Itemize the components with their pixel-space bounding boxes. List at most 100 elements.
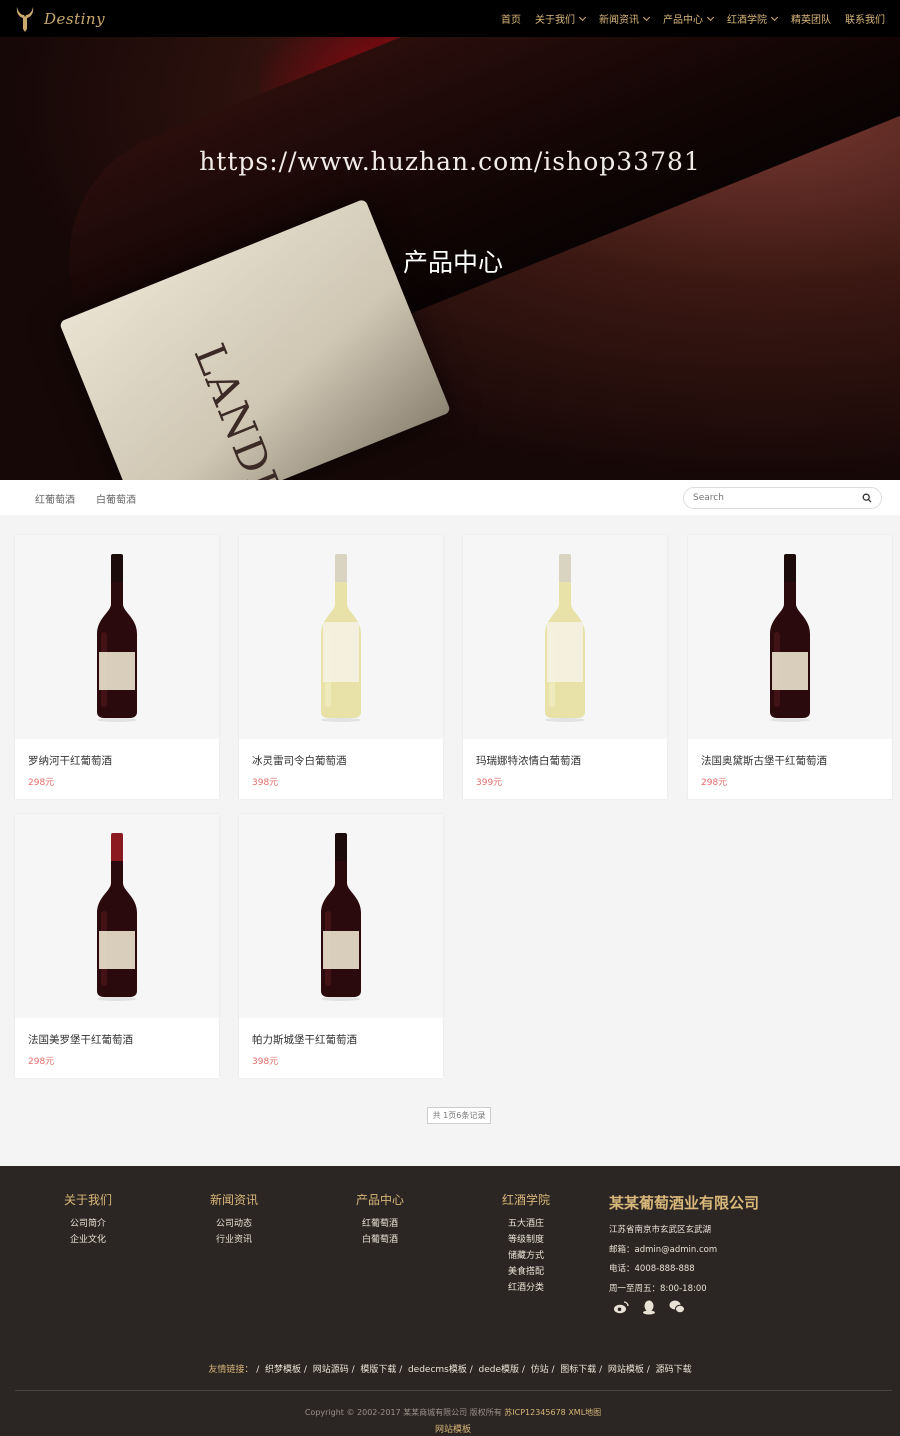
page-title: 产品中心: [402, 248, 503, 277]
product-name[interactable]: 法国奥黛斯古堡干红葡萄酒: [701, 753, 827, 768]
product-price: 298元: [28, 1057, 55, 1067]
wechat-icon[interactable]: [669, 1299, 685, 1315]
footer-column: 产品中心红葡萄酒 白葡萄酒: [330, 1191, 430, 1248]
nav-item-label: 首页: [501, 15, 521, 26]
nav-item-4[interactable]: 红酒学院: [720, 11, 784, 26]
category-red-wine[interactable]: 红葡萄酒: [35, 491, 75, 506]
product-name[interactable]: 玛瑞娜特浓情白葡萄酒: [476, 753, 581, 768]
nav-item-1[interactable]: 关于我们: [528, 11, 592, 26]
footer-link[interactable]: 白葡萄酒: [330, 1232, 430, 1248]
friend-link[interactable]: dedecms模板: [408, 1365, 467, 1375]
footer-link[interactable]: 红葡萄酒: [330, 1216, 430, 1232]
category-filter-bar: 红葡萄酒 白葡萄酒: [0, 480, 900, 515]
antler-logo-icon: [16, 7, 34, 32]
product-image[interactable]: [239, 814, 443, 1018]
hero-banner: LANDIERS https://www.huzhan.com/ishop337…: [0, 37, 900, 480]
footer-column-title[interactable]: 红酒学院: [476, 1191, 576, 1208]
product-image[interactable]: [15, 814, 219, 1018]
product-image[interactable]: [463, 535, 667, 739]
hero-watermark: https://www.huzhan.com/ishop33781: [199, 147, 701, 176]
product-image[interactable]: [688, 535, 892, 739]
wine-bottle-image: [770, 554, 810, 722]
friend-link[interactable]: 网站源码: [313, 1365, 349, 1375]
link-separator: /: [348, 1365, 361, 1375]
friend-links-label: 友情链接：: [208, 1365, 254, 1375]
product-card[interactable]: 玛瑞娜特浓情白葡萄酒 399元: [463, 535, 667, 799]
nav-item-5[interactable]: 精英团队: [784, 11, 838, 26]
template-link[interactable]: 网站模板: [0, 1422, 900, 1435]
nav-item-label: 红酒学院: [727, 15, 767, 26]
product-name[interactable]: 罗纳河干红葡萄酒: [28, 753, 112, 768]
category-white-wine[interactable]: 白葡萄酒: [96, 491, 136, 506]
company-hours: 周一至周五：8:00-18:00: [609, 1283, 707, 1294]
footer-link[interactable]: 行业资讯: [184, 1232, 284, 1248]
product-name[interactable]: 法国美罗堡干红葡萄酒: [28, 1032, 133, 1047]
company-name: 某某葡萄酒业有限公司: [609, 1194, 760, 1212]
footer-link[interactable]: 等级制度: [476, 1232, 576, 1248]
footer-link[interactable]: 公司动态: [184, 1216, 284, 1232]
product-name[interactable]: 冰灵雷司令白葡萄酒: [252, 753, 347, 768]
wine-bottle-image: [321, 554, 361, 722]
link-separator: /: [519, 1365, 531, 1375]
search-box: [683, 487, 882, 509]
copyright-text: Copyright © 2002-2017 某某商城有限公司 版权所有: [304, 1408, 502, 1417]
footer-link[interactable]: 储藏方式: [476, 1248, 576, 1264]
nav-item-0[interactable]: 首页: [494, 11, 528, 26]
product-price: 298元: [701, 778, 728, 788]
friend-link[interactable]: 图标下载: [560, 1365, 596, 1375]
chevron-down-icon: [706, 13, 715, 21]
nav-item-label: 新闻资讯: [599, 15, 639, 26]
footer-column: 红酒学院五大酒庄 等级制度 储藏方式 美食搭配 红酒分类: [476, 1191, 576, 1296]
company-info: 某某葡萄酒业有限公司 江苏省南京市玄武区玄武湖 邮箱：admin@admin.c…: [609, 1192, 759, 1299]
link-separator: /: [643, 1365, 656, 1375]
friend-link[interactable]: dede模版: [479, 1365, 520, 1375]
footer-link[interactable]: 公司简介: [38, 1216, 138, 1232]
product-image[interactable]: [239, 535, 443, 739]
product-card[interactable]: 法国奥黛斯古堡干红葡萄酒 298元: [688, 535, 892, 799]
footer-link[interactable]: 企业文化: [38, 1232, 138, 1248]
footer-column-title[interactable]: 产品中心: [330, 1191, 430, 1208]
link-separator: /: [253, 1365, 266, 1375]
footer-column-title[interactable]: 关于我们: [38, 1191, 138, 1208]
friend-link[interactable]: 织梦模板: [265, 1365, 301, 1375]
friend-link[interactable]: 源码下载: [656, 1365, 692, 1375]
search-icon[interactable]: [862, 493, 872, 503]
nav-item-6[interactable]: 联系我们: [838, 11, 892, 26]
link-separator: /: [466, 1365, 479, 1375]
friend-link[interactable]: 仿站: [531, 1365, 549, 1375]
sitemap-link[interactable]: XML地图: [568, 1408, 601, 1417]
search-input[interactable]: [693, 491, 853, 505]
footer-column: 新闻资讯公司动态 行业资讯: [184, 1191, 284, 1248]
wine-bottle-image: [97, 554, 137, 722]
friend-link[interactable]: 网站模板: [608, 1365, 644, 1375]
product-card[interactable]: 帕力斯城堡干红葡萄酒 398元: [239, 814, 443, 1078]
product-card[interactable]: 法国美罗堡干红葡萄酒 298元: [15, 814, 219, 1078]
footer-link[interactable]: 五大酒庄: [476, 1216, 576, 1232]
footer-link[interactable]: 美食搭配: [476, 1264, 576, 1280]
company-address: 江苏省南京市玄武区玄武湖: [609, 1225, 712, 1235]
friend-link[interactable]: 模版下载: [360, 1365, 396, 1375]
product-card[interactable]: 罗纳河干红葡萄酒 298元: [15, 535, 219, 799]
nav-item-3[interactable]: 产品中心: [656, 11, 720, 26]
logo[interactable]: Destiny: [14, 4, 105, 34]
link-separator: /: [596, 1365, 608, 1375]
footer: 关于我们 公司简介 企业文化 新闻资讯 公司动态 行业资讯 产品中心 红葡萄酒 白葡萄酒 红酒学院…: [0, 1166, 900, 1436]
qq-icon[interactable]: [641, 1299, 657, 1315]
product-price: 298元: [28, 778, 55, 788]
icp-link[interactable]: 苏ICP12345678: [504, 1408, 566, 1417]
link-separator: /: [301, 1365, 313, 1375]
link-separator: /: [396, 1365, 408, 1375]
nav-item-label: 精英团队: [791, 15, 831, 26]
nav-item-2[interactable]: 新闻资讯: [592, 11, 656, 26]
weibo-icon[interactable]: [613, 1299, 629, 1315]
top-navbar: Destiny 首页 关于我们 新闻资讯 产品中心 红酒学院 精英团队 联系我们: [0, 0, 900, 37]
footer-column: 关于我们公司简介 企业文化: [38, 1191, 138, 1248]
chevron-down-icon: [642, 13, 651, 21]
product-card[interactable]: 冰灵雷司令白葡萄酒 398元: [239, 535, 443, 799]
nav-item-label: 关于我们: [535, 15, 575, 26]
footer-column-title[interactable]: 新闻资讯: [184, 1191, 284, 1208]
product-name[interactable]: 帕力斯城堡干红葡萄酒: [252, 1032, 357, 1047]
footer-link[interactable]: 红酒分类: [476, 1280, 576, 1296]
chevron-down-icon: [578, 13, 587, 21]
product-image[interactable]: [15, 535, 219, 739]
